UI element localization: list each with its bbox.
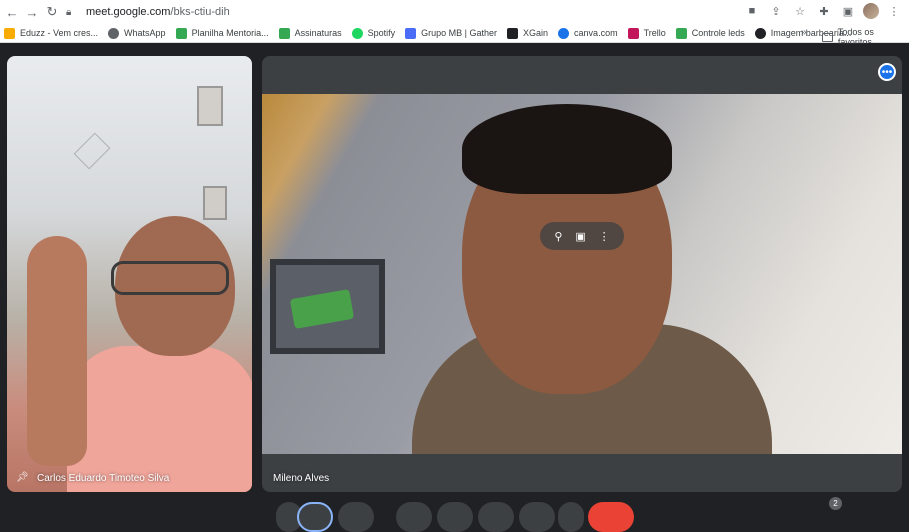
participant-video: [67, 346, 252, 492]
bookmark-item[interactable]: Eduzz - Vem cres...: [4, 27, 99, 39]
more-vert-icon[interactable]: ⋮: [599, 230, 610, 243]
bookmarks-bar: Eduzz - Vem cres... WhatsApp Planilha Me…: [0, 24, 909, 47]
pendant-lamp: [73, 132, 111, 170]
bookmark-item[interactable]: Spotify: [351, 27, 396, 39]
pin-icon: 📌︎: [16, 472, 29, 483]
whatsapp-icon: [108, 27, 120, 39]
wall-frame: [197, 86, 223, 126]
bookmark-label: canva.com: [574, 28, 618, 38]
camera-icon[interactable]: ■: [743, 2, 761, 20]
x-icon: [507, 27, 519, 39]
bookmark-label: Controle leds: [691, 28, 745, 38]
toolbar-actions: ■ ⇪ ☆ ✚ ▣ ⋮: [743, 2, 903, 20]
more-button[interactable]: [558, 502, 584, 532]
bookmark-favicon: [278, 27, 290, 39]
share-icon[interactable]: ⇪: [767, 2, 785, 20]
frame-icon[interactable]: ▣: [575, 230, 585, 243]
bookmark-label: WhatsApp: [124, 28, 166, 38]
address-bar[interactable]: 🔒︎ meet.google.com/bks-ctiu-dih: [66, 2, 766, 22]
bookmark-label: Grupo MB | Gather: [421, 28, 498, 38]
participant-video: [462, 104, 672, 194]
bookmark-item[interactable]: WhatsApp: [108, 27, 166, 39]
participant-video: [111, 261, 229, 295]
spotify-icon: [351, 27, 363, 39]
bookmark-favicon: [754, 27, 766, 39]
trello-icon: [627, 27, 639, 39]
pin-icon[interactable]: ⚲: [554, 230, 562, 243]
end-call-button[interactable]: [588, 502, 634, 532]
bookmark-label: Eduzz - Vem cres...: [20, 28, 99, 38]
gather-icon: [405, 27, 417, 39]
participant-tile-left[interactable]: 📌︎ Carlos Eduardo Timoteo Silva: [7, 56, 252, 492]
bookmark-item[interactable]: Controle leds: [675, 27, 745, 39]
microphone-button[interactable]: [297, 502, 333, 532]
bookmark-item[interactable]: canva.com: [558, 27, 618, 39]
bookmark-item[interactable]: Planilha Mentoria...: [175, 27, 269, 39]
sheets-icon: [675, 27, 687, 39]
sheets-icon: [175, 27, 187, 39]
bookmark-item[interactable]: Assinaturas: [278, 27, 342, 39]
meet-stage: 📌︎ Carlos Eduardo Timoteo Silva ••• ⚲ ▣ …: [0, 44, 909, 515]
raise-hand-button[interactable]: [519, 502, 555, 532]
canva-icon: [558, 27, 570, 39]
menu-icon[interactable]: ⋮: [885, 2, 903, 20]
bookmark-label: XGain: [523, 28, 549, 38]
forward-icon[interactable]: →: [22, 2, 42, 22]
participant-name: Carlos Eduardo Timoteo Silva: [37, 473, 170, 484]
browser-toolbar: ← → ↻ 🔒︎ meet.google.com/bks-ctiu-dih ■ …: [0, 0, 909, 24]
participant-tile-right[interactable]: ••• ⚲ ▣ ⋮ Mileno Alves: [262, 56, 902, 492]
url-host: meet.google.com: [86, 6, 171, 18]
participant-video: [27, 236, 87, 466]
url-path: /bks-ctiu-dih: [170, 6, 230, 18]
side-panel-icon[interactable]: ▣: [839, 2, 857, 20]
bookmark-item[interactable]: XGain: [507, 27, 549, 39]
emoji-button[interactable]: [437, 502, 473, 532]
reload-icon[interactable]: ↻: [42, 2, 62, 22]
more-options-icon[interactable]: •••: [878, 63, 896, 81]
people-count-badge: 2: [829, 497, 842, 510]
bookmark-favicon: [4, 27, 15, 39]
meet-controls: [0, 497, 909, 532]
lock-icon[interactable]: 🔒︎: [66, 7, 80, 18]
bookmark-item[interactable]: Trello: [627, 27, 666, 39]
folder-icon: [822, 32, 833, 42]
participant-video: [262, 94, 902, 454]
bookmark-label: Spotify: [367, 28, 396, 38]
back-icon[interactable]: ←: [2, 2, 22, 22]
bookmark-label: Assinaturas: [294, 28, 342, 38]
extensions-icon[interactable]: ✚: [815, 2, 833, 20]
bookmark-label: Trello: [643, 28, 666, 38]
bookmark-label: Planilha Mentoria...: [191, 28, 269, 38]
present-button[interactable]: [478, 502, 514, 532]
wall-frame: [203, 186, 227, 220]
camera-button[interactable]: [338, 502, 374, 532]
captions-button[interactable]: [396, 502, 432, 532]
participant-name: Mileno Alves: [273, 473, 330, 484]
tile-hover-actions: ⚲ ▣ ⋮: [540, 222, 624, 250]
profile-avatar[interactable]: [863, 3, 879, 19]
bookmark-item[interactable]: Grupo MB | Gather: [405, 27, 498, 39]
bookmarks-overflow-button[interactable]: »: [801, 27, 807, 38]
star-icon[interactable]: ☆: [791, 2, 809, 20]
